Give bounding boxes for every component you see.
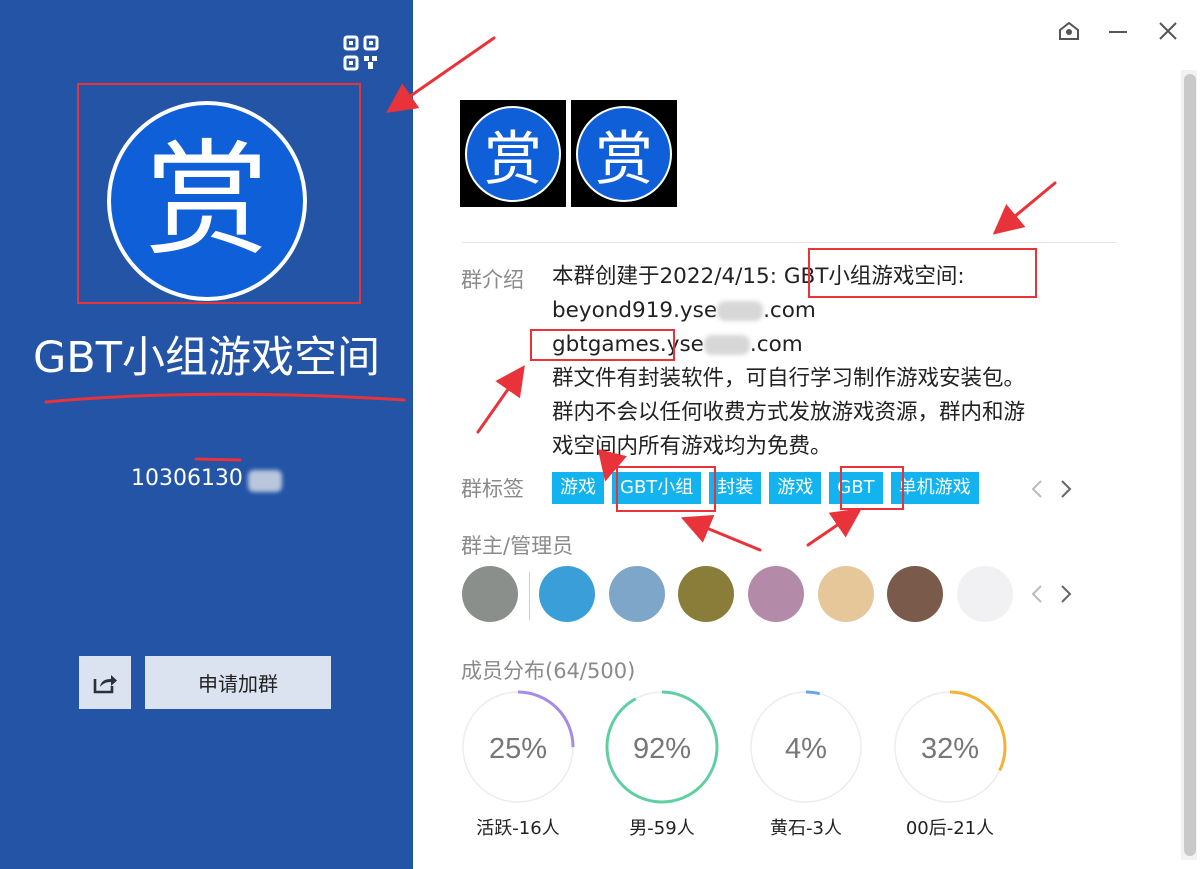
stat-label: 男-59人	[629, 818, 695, 839]
admins-next-arrow[interactable]	[1056, 581, 1076, 607]
admins-label: 群主/管理员	[461, 534, 574, 558]
blur-mask	[703, 335, 750, 355]
stat-donut: 25%	[461, 690, 575, 804]
admin-avatar[interactable]	[887, 566, 943, 622]
group-profile-panel: 赏 GBT小组游戏空间 10306130 申请加群	[0, 0, 413, 869]
svg-text:25%: 25%	[489, 733, 547, 765]
highlight-box	[616, 466, 716, 512]
intro-line3-suffix: .com	[749, 332, 803, 357]
intro-line1-prefix: 本群创建于2022/4/15:	[552, 264, 784, 289]
svg-text:4%: 4%	[785, 733, 827, 765]
intro-line5: 群内不会以任何收费方式发放游戏资源，群内和游	[552, 400, 1026, 425]
highlight-box	[808, 248, 1037, 298]
intro-line2-suffix: .com	[763, 298, 816, 323]
svg-text:92%: 92%	[633, 733, 691, 765]
tag-item[interactable]: 封装	[709, 472, 762, 504]
intro-line4: 群文件有封装软件，可自行学习制作游戏安装包。	[552, 366, 1026, 391]
avatar-char: 赏	[144, 129, 269, 273]
highlight-box	[530, 329, 675, 361]
intro-line2-prefix: beyond919.yse	[552, 298, 718, 323]
intro-line6: 戏空间内所有游戏均为免费。	[552, 434, 832, 459]
group-name: GBT小组游戏空间	[32, 333, 381, 383]
intro-label: 群介绍	[461, 268, 524, 292]
close-icon[interactable]	[1153, 16, 1183, 46]
group-id: 10306130	[130, 466, 243, 491]
group-avatar-large[interactable]: 赏	[460, 100, 566, 207]
annotation-arrow	[476, 365, 525, 434]
share-icon	[93, 674, 117, 693]
group-id-mask	[248, 469, 283, 492]
tag-item[interactable]: 游戏	[769, 472, 822, 504]
tags-label: 群标签	[461, 477, 524, 501]
join-group-button[interactable]: 申请加群	[145, 656, 331, 709]
admin-avatar[interactable]	[678, 566, 734, 622]
group-avatar[interactable]: 赏	[107, 101, 307, 301]
section-divider	[462, 242, 1116, 243]
annotation-arrow	[680, 514, 762, 552]
minimize-icon[interactable]	[1103, 16, 1133, 46]
members-count: (64/500)	[545, 659, 636, 683]
stat-donut: 92%	[605, 690, 719, 804]
admin-avatar[interactable]	[818, 566, 874, 622]
scrollbar-thumb[interactable]	[1184, 74, 1196, 856]
admin-avatar[interactable]	[539, 566, 595, 622]
tags-next-arrow[interactable]	[1056, 476, 1076, 502]
stat-label: 00后-21人	[905, 818, 995, 839]
avatar-char: 赏	[465, 105, 561, 202]
stat-donut: 4%	[749, 690, 863, 804]
admin-separator	[529, 572, 530, 620]
tags-prev-arrow[interactable]	[1027, 476, 1047, 502]
members-label: 成员分布(64/500)	[461, 655, 635, 685]
admin-avatar[interactable]	[748, 566, 804, 622]
window-settings-icon[interactable]	[1054, 16, 1084, 46]
share-button[interactable]	[79, 656, 131, 709]
qr-code-icon[interactable]	[342, 34, 380, 72]
stat-label: 活跃-16人	[476, 818, 560, 839]
members-title: 成员分布	[461, 659, 545, 683]
avatar-char: 赏	[576, 105, 672, 202]
admins-prev-arrow[interactable]	[1027, 581, 1047, 607]
annotation-arrow	[806, 508, 862, 547]
annotation-arrow	[992, 181, 1057, 235]
blur-mask	[717, 301, 764, 321]
svg-text:32%: 32%	[921, 733, 979, 765]
admin-avatar[interactable]	[609, 566, 665, 622]
stat-donut: 32%	[893, 690, 1007, 804]
admin-avatar[interactable]	[462, 566, 518, 622]
stat-label: 黄石-3人	[770, 818, 842, 839]
group-id-row: 10306130	[0, 466, 413, 492]
group-avatar-small[interactable]: 赏	[571, 100, 677, 207]
highlight-box	[840, 466, 904, 510]
tag-item[interactable]: 游戏	[552, 472, 604, 504]
admin-avatar[interactable]	[957, 566, 1013, 622]
